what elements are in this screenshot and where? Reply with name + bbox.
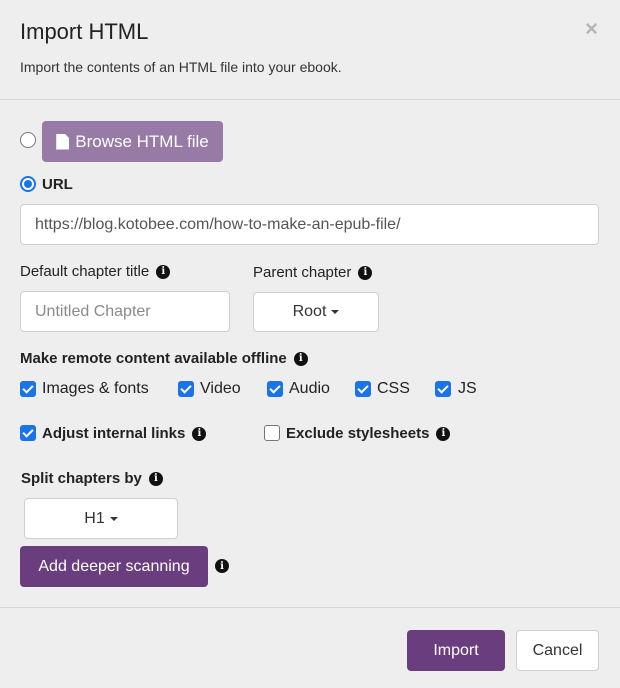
images-fonts-checkbox[interactable] xyxy=(20,381,36,397)
default-chapter-title-input[interactable]: Untitled Chapter xyxy=(20,291,230,332)
info-icon[interactable]: i xyxy=(192,426,207,441)
js-checkbox[interactable] xyxy=(435,381,451,397)
close-icon[interactable]: × xyxy=(585,16,598,42)
offline-label: Make remote content available offline i xyxy=(20,350,308,367)
exclude-stylesheets-label: Exclude stylesheets i xyxy=(286,425,451,442)
css-checkbox[interactable] xyxy=(355,381,371,397)
adjust-internal-links-text: Adjust internal links xyxy=(42,425,186,442)
adjust-internal-links-checkbox[interactable] xyxy=(20,425,36,441)
caret-down-icon xyxy=(109,516,118,521)
dialog-subtitle: Import the contents of an HTML file into… xyxy=(20,59,342,75)
split-chapters-text: Split chapters by xyxy=(21,470,142,487)
url-radio[interactable] xyxy=(20,176,36,192)
dialog-header: Import HTML Import the contents of an HT… xyxy=(0,0,620,100)
audio-label: Audio xyxy=(289,380,330,397)
add-deeper-scanning-button[interactable]: Add deeper scanning xyxy=(20,546,208,587)
parent-chapter-text: Parent chapter xyxy=(253,264,352,281)
import-button[interactable]: Import xyxy=(407,630,505,671)
audio-checkbox[interactable] xyxy=(267,381,283,397)
info-icon[interactable]: i xyxy=(148,471,163,486)
split-chapters-dropdown[interactable]: H1 xyxy=(24,498,178,539)
adjust-internal-links-label: Adjust internal links i xyxy=(42,425,207,442)
browse-html-file-button[interactable]: Browse HTML file xyxy=(42,121,223,162)
info-icon[interactable]: i xyxy=(215,559,229,573)
parent-chapter-label: Parent chapter i xyxy=(253,264,373,281)
caret-down-icon xyxy=(331,310,340,314)
parent-chapter-value: Root xyxy=(292,303,327,320)
video-label: Video xyxy=(200,380,241,397)
exclude-stylesheets-checkbox[interactable] xyxy=(264,425,280,441)
info-icon[interactable]: i xyxy=(358,265,373,280)
info-icon[interactable]: i xyxy=(156,264,171,279)
file-icon xyxy=(56,133,70,150)
css-label: CSS xyxy=(377,380,410,397)
split-chapters-label: Split chapters by i xyxy=(21,470,163,487)
dialog-title: Import HTML xyxy=(20,19,149,44)
js-label: JS xyxy=(458,380,477,397)
cancel-button[interactable]: Cancel xyxy=(516,630,599,671)
parent-chapter-dropdown[interactable]: Root xyxy=(253,292,379,332)
info-icon[interactable]: i xyxy=(293,351,308,366)
split-chapters-value: H1 xyxy=(84,509,105,527)
default-chapter-title-label: Default chapter title i xyxy=(20,263,171,280)
images-fonts-label: Images & fonts xyxy=(42,380,149,397)
video-checkbox[interactable] xyxy=(178,381,194,397)
browse-radio[interactable] xyxy=(20,132,36,148)
footer-divider xyxy=(0,607,620,608)
browse-label: Browse HTML file xyxy=(75,131,209,151)
url-label: URL xyxy=(42,176,73,193)
exclude-stylesheets-text: Exclude stylesheets xyxy=(286,425,430,442)
offline-label-text: Make remote content available offline xyxy=(20,350,287,367)
url-input[interactable]: https://blog.kotobee.com/how-to-make-an-… xyxy=(20,204,599,245)
default-chapter-title-text: Default chapter title xyxy=(20,263,150,280)
info-icon[interactable]: i xyxy=(436,426,451,441)
